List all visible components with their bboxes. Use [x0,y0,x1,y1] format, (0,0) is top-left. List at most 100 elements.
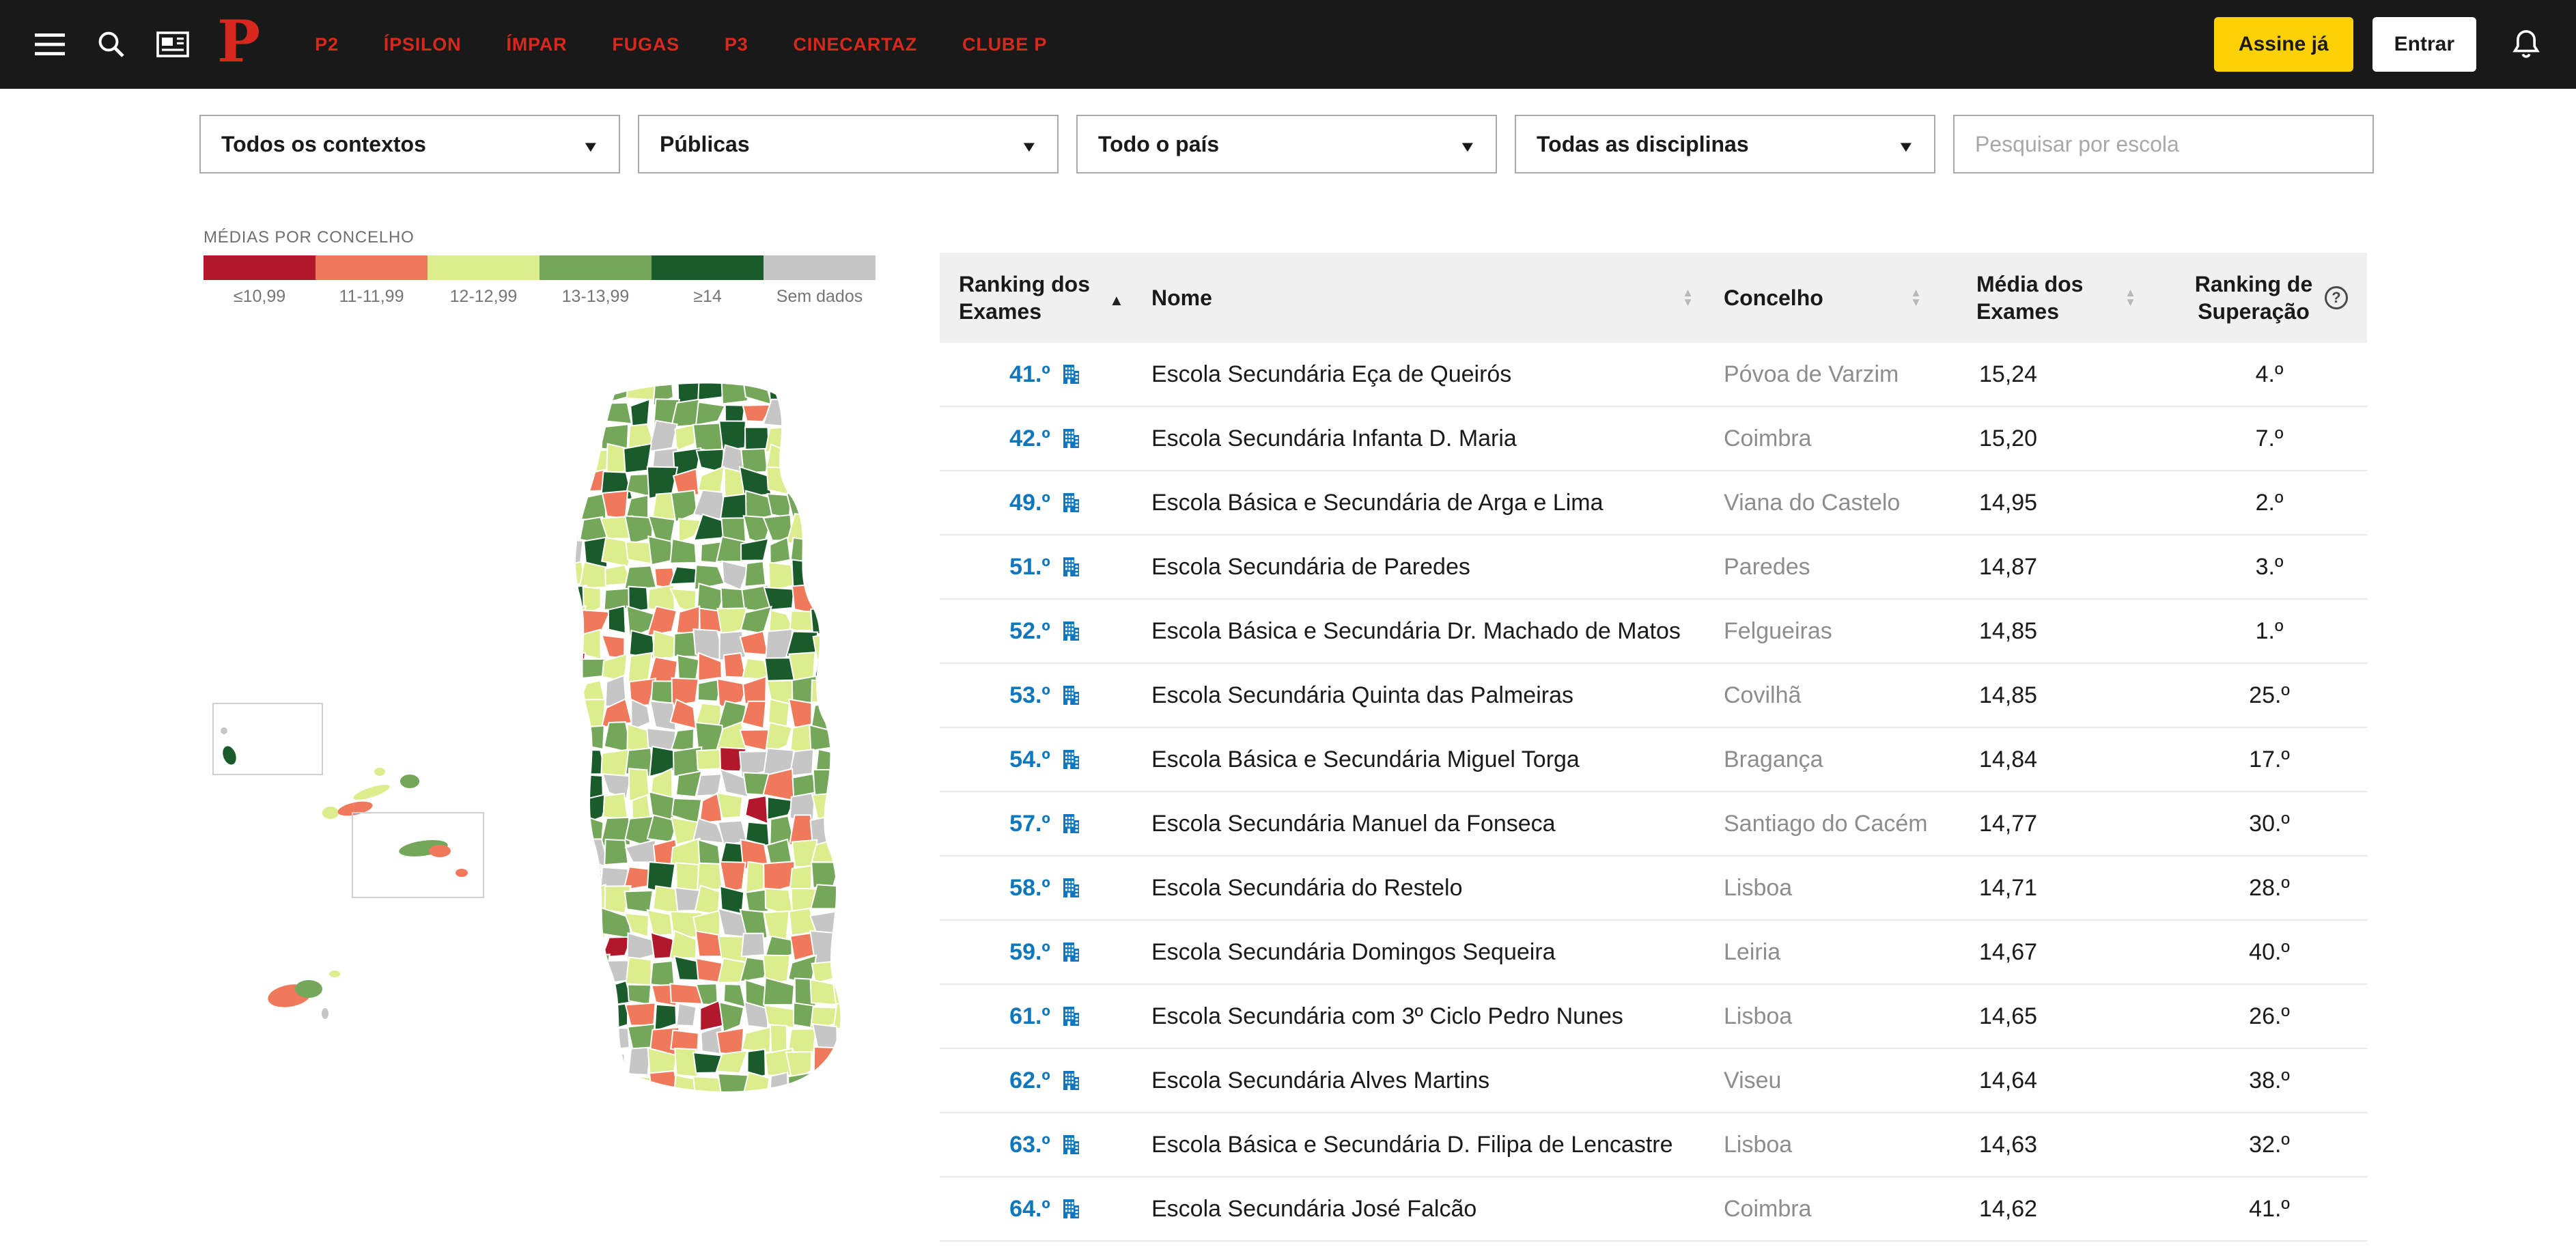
nav-impar[interactable]: ÍMPAR [506,34,567,55]
school-media: 14,64 [1976,1067,2172,1094]
school-building-icon [1060,620,1082,642]
school-name[interactable]: Escola Secundária de Paredes [1151,554,1724,581]
newspaper-button[interactable] [142,14,204,75]
rank-number: 54.º [1009,746,1050,773]
table-row[interactable]: 49.º Escola Básica e Secundária de Arga … [940,471,2367,535]
table-row[interactable]: 64.º Escola Secundária José Falcão Coimb… [940,1177,2367,1242]
table-row[interactable]: 42.º Escola Secundária Infanta D. Maria … [940,407,2367,471]
rank-number: 57.º [1009,811,1050,837]
rank-link[interactable]: 59.º [1009,939,1082,966]
header-media-exames[interactable]: Média dos Exames [1976,270,2172,325]
table-row[interactable]: 57.º Escola Secundária Manuel da Fonseca… [940,792,2367,856]
table-row[interactable]: 52.º Escola Básica e Secundária Dr. Mach… [940,600,2367,664]
rank-number: 63.º [1009,1132,1050,1158]
filter-school-type-dropdown[interactable]: Públicas [638,115,1059,173]
table-body: 41.º Escola Secundária Eça de Queirós Pó… [940,343,2367,1242]
table-row[interactable]: 51.º Escola Secundária de Paredes Parede… [940,535,2367,600]
subscribe-button[interactable]: Assine já [2214,17,2353,72]
rank-link[interactable]: 49.º [1009,490,1082,516]
search-button[interactable] [81,14,142,75]
filter-context-dropdown[interactable]: Todos os contextos [199,115,620,173]
rank-link[interactable]: 64.º [1009,1196,1082,1223]
rank-link[interactable]: 53.º [1009,682,1082,709]
school-name[interactable]: Escola Secundária Quinta das Palmeiras [1151,682,1724,709]
table-row[interactable]: 59.º Escola Secundária Domingos Sequeira… [940,921,2367,985]
header-media-exames-label: Média dos Exames [1976,270,2108,325]
help-icon[interactable] [2325,286,2348,309]
table-row[interactable]: 41.º Escola Secundária Eça de Queirós Pó… [940,343,2367,407]
rank-link[interactable]: 42.º [1009,425,1082,452]
school-name[interactable]: Escola Básica e Secundária Miguel Torga [1151,746,1724,773]
nav-ipsilon[interactable]: ÍPSILON [384,34,462,55]
school-name[interactable]: Escola Secundária Infanta D. Maria [1151,425,1724,452]
school-superacao: 4.º [2172,361,2367,388]
rank-link[interactable]: 58.º [1009,875,1082,902]
chevron-down-icon [1022,132,1037,157]
sort-icon [1682,288,1694,307]
school-name[interactable]: Escola Secundária Eça de Queirós [1151,361,1724,388]
filter-region-dropdown[interactable]: Todo o país [1076,115,1497,173]
school-name[interactable]: Escola Secundária Manuel da Fonseca [1151,811,1724,837]
mainland-concelhos[interactable] [507,378,901,1149]
chevron-down-icon [1460,132,1475,157]
table-row[interactable]: 58.º Escola Secundária do Restelo Lisboa… [940,856,2367,921]
filter-subject-dropdown[interactable]: Todas as disciplinas [1515,115,1935,173]
rank-link[interactable]: 51.º [1009,554,1082,581]
table-row[interactable]: 53.º Escola Secundária Quinta das Palmei… [940,664,2367,728]
rank-link[interactable]: 63.º [1009,1132,1082,1158]
rank-number: 42.º [1009,425,1050,452]
school-superacao: 1.º [2172,618,2367,645]
bell-icon [2508,27,2544,62]
school-concelho: Paredes [1724,554,1976,581]
school-media: 14,67 [1976,939,2172,966]
notifications-bell-button[interactable] [2495,14,2557,75]
header-ranking-exames[interactable]: Ranking dos Exames [940,270,1151,325]
legend-swatch [204,255,316,280]
schools-ranking-table: Ranking dos Exames Nome Concelho Média d… [940,253,2367,1242]
rank-link[interactable]: 54.º [1009,746,1082,773]
school-name[interactable]: Escola Secundária do Restelo [1151,875,1724,902]
header-concelho[interactable]: Concelho [1724,284,1976,311]
azores-inset[interactable] [213,703,484,897]
school-name[interactable]: Escola Secundária com 3º Ciclo Pedro Nun… [1151,1003,1724,1030]
table-row[interactable]: 54.º Escola Básica e Secundária Miguel T… [940,728,2367,792]
rank-link[interactable]: 61.º [1009,1003,1082,1030]
publico-logo[interactable]: P [217,13,260,70]
school-concelho: Leiria [1724,939,1976,966]
school-building-icon [1060,877,1082,899]
table-row[interactable]: 62.º Escola Secundária Alves Martins Vis… [940,1049,2367,1113]
rank-link[interactable]: 52.º [1009,618,1082,645]
nav-p2[interactable]: P2 [315,34,339,55]
search-icon [96,29,126,59]
rank-link[interactable]: 57.º [1009,811,1082,837]
rank-link[interactable]: 41.º [1009,361,1082,388]
rank-number: 49.º [1009,490,1050,516]
school-name[interactable]: Escola Básica e Secundária de Arga e Lim… [1151,490,1724,516]
map-legend-swatches [204,255,876,280]
school-media: 14,85 [1976,682,2172,709]
school-name[interactable]: Escola Secundária Domingos Sequeira [1151,939,1724,966]
nav-cinecartaz[interactable]: CINECARTAZ [794,34,917,55]
school-name[interactable]: Escola Básica e Secundária D. Filipa de … [1151,1132,1724,1158]
legend-label: 11-11,99 [316,287,428,307]
header-nome[interactable]: Nome [1151,284,1724,311]
rank-link[interactable]: 62.º [1009,1067,1082,1094]
portugal-choropleth-map[interactable] [205,378,901,1150]
school-concelho: Lisboa [1724,875,1976,902]
login-button[interactable]: Entrar [2372,17,2476,72]
school-superacao: 26.º [2172,1003,2367,1030]
nav-fugas[interactable]: FUGAS [612,34,680,55]
madeira-inset[interactable] [266,971,340,1019]
table-row[interactable]: 63.º Escola Básica e Secundária D. Filip… [940,1113,2367,1177]
menu-button[interactable] [19,14,81,75]
table-row[interactable]: 61.º Escola Secundária com 3º Ciclo Pedr… [940,985,2367,1049]
school-media: 14,77 [1976,811,2172,837]
nav-clube-p[interactable]: CLUBE P [962,34,1047,55]
school-superacao: 28.º [2172,875,2367,902]
school-search-input[interactable] [1953,115,2374,173]
nav-p3[interactable]: P3 [725,34,748,55]
school-name[interactable]: Escola Secundária José Falcão [1151,1196,1724,1223]
school-name[interactable]: Escola Secundária Alves Martins [1151,1067,1724,1094]
school-name[interactable]: Escola Básica e Secundária Dr. Machado d… [1151,618,1724,645]
header-ranking-superacao[interactable]: Ranking de Superação [2172,270,2367,325]
